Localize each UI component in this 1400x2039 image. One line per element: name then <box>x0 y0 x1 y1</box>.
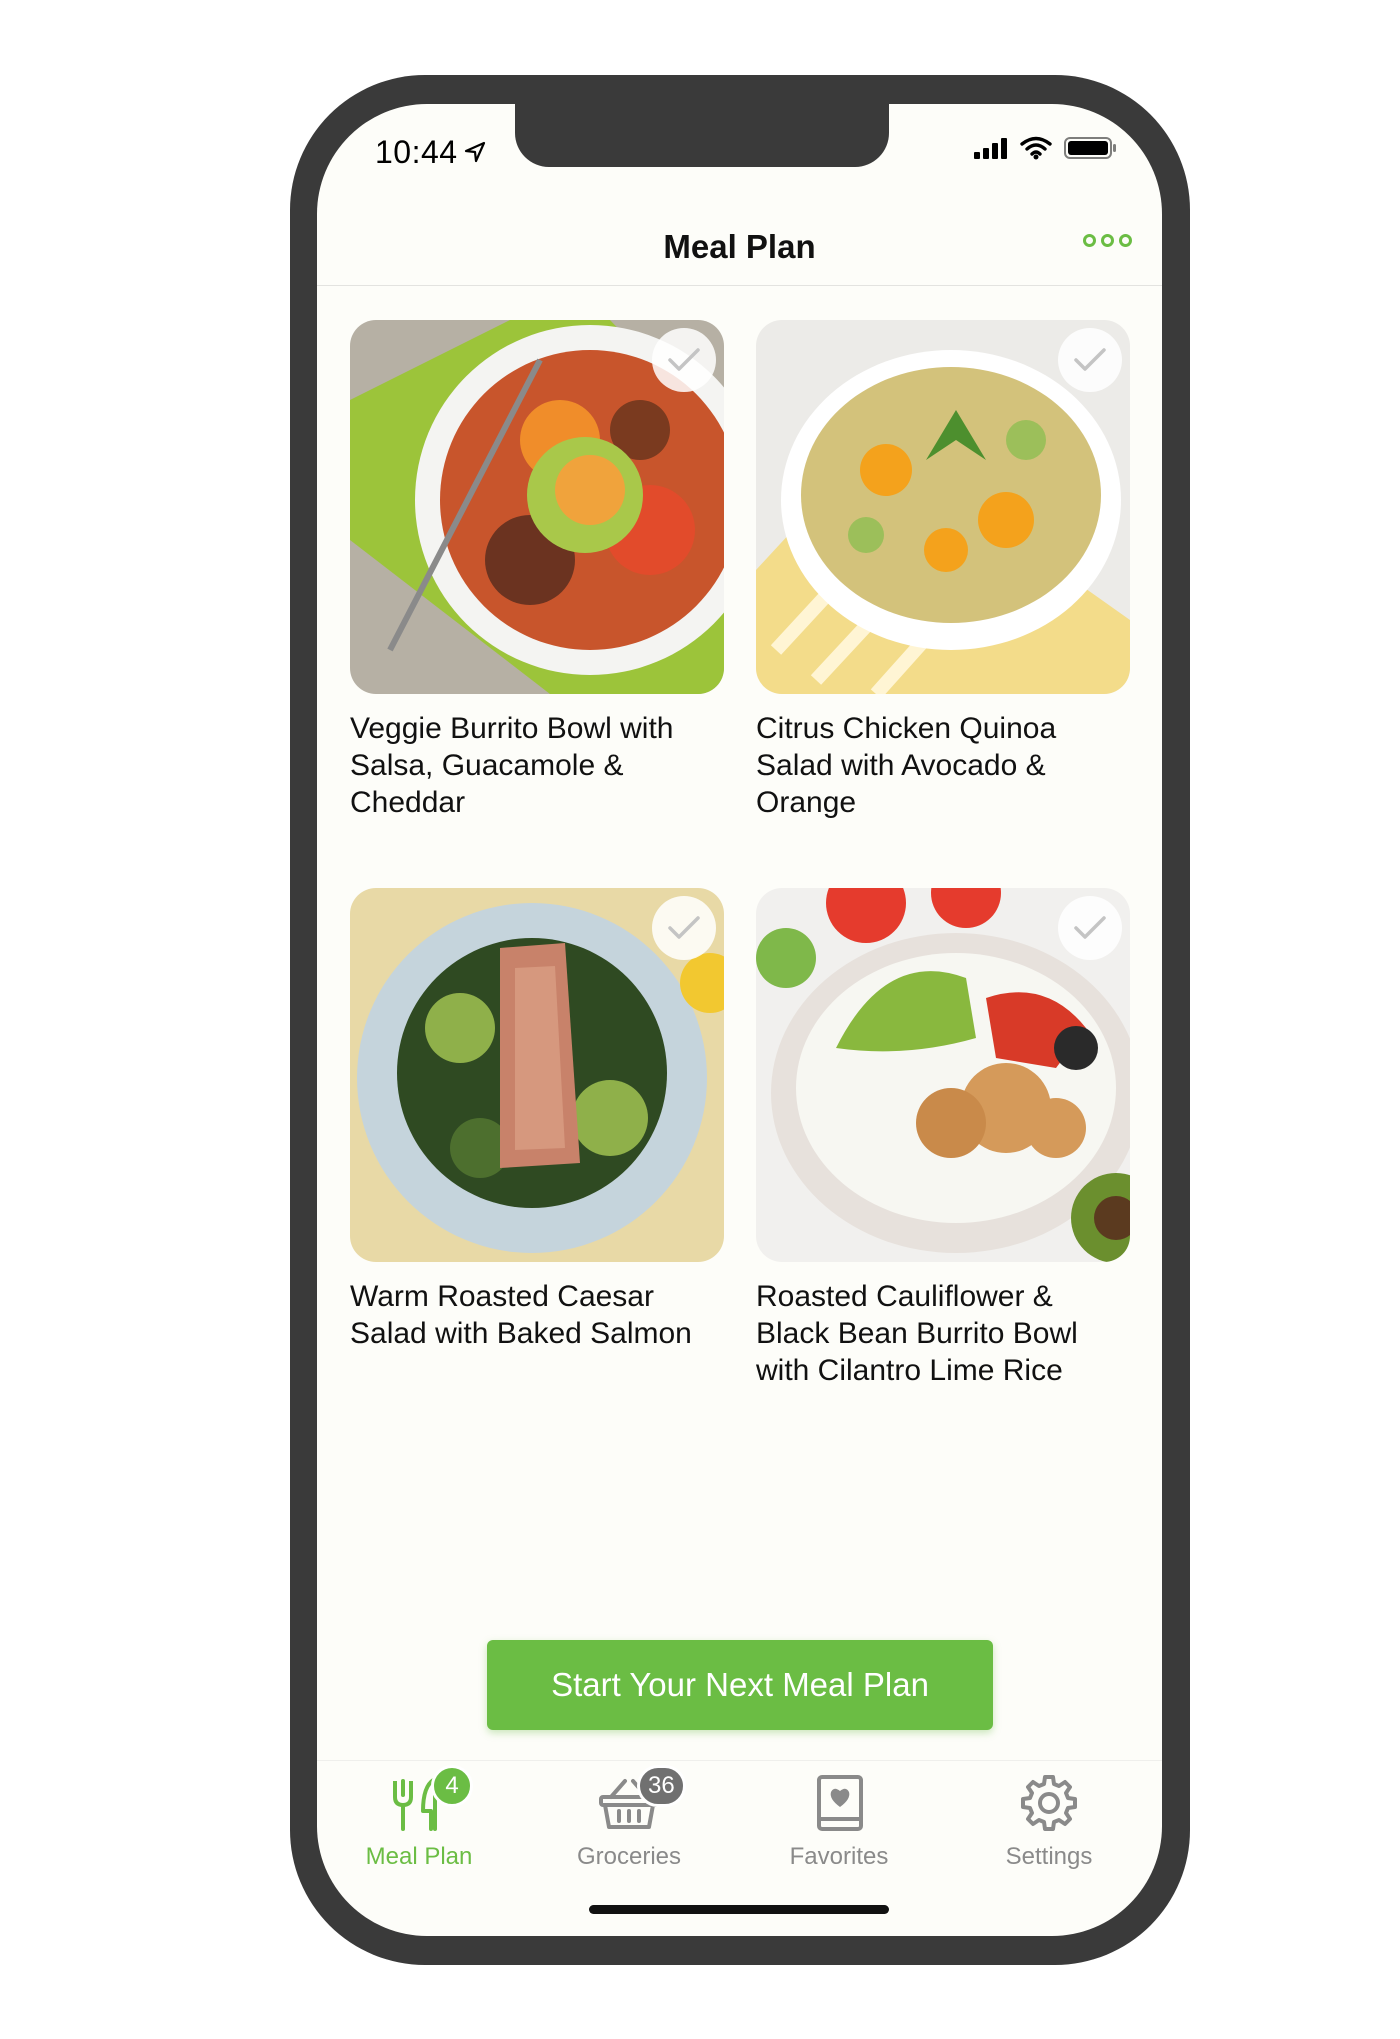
battery-icon <box>1064 136 1118 165</box>
tab-bar: 4 Meal Plan 36 Groceries Favorites Setti… <box>317 1760 1162 1890</box>
tab-groceries[interactable]: 36 Groceries <box>539 1765 719 1881</box>
meal-title[interactable]: Veggie Burrito Bowl with Salsa, Guacamol… <box>350 710 724 821</box>
page-title: Meal Plan <box>663 228 816 265</box>
status-icons <box>974 136 1118 165</box>
meal-title-line: Veggie Burrito Bowl with <box>350 712 674 745</box>
meal-image-citrus-chicken-quinoa[interactable] <box>756 320 1130 694</box>
navigation-header: Meal Plan <box>317 204 1162 286</box>
phone-screen: 10:44 Meal Plan Veggie Burrito Bowl with… <box>317 104 1162 1936</box>
meal-title-line: Cheddar <box>350 786 466 819</box>
gear-icon <box>1017 1775 1081 1839</box>
select-check-icon[interactable] <box>652 328 716 392</box>
meal-card-warm-roasted-caesar[interactable]: Warm Roasted Caesar Salad with Baked Sal… <box>350 888 724 1352</box>
heart-book-icon <box>807 1775 871 1839</box>
tab-label: Groceries <box>576 1843 682 1870</box>
meal-title-line: with Cilantro Lime Rice <box>756 1354 1063 1387</box>
tab-label: Meal Plan <box>365 1843 473 1870</box>
meal-title-line: Orange <box>756 786 857 819</box>
meal-plan-count-badge: 4 <box>431 1765 473 1807</box>
basket-icon <box>597 1779 661 1839</box>
meal-card-veggie-burrito-bowl[interactable]: Veggie Burrito Bowl with Salsa, Guacamol… <box>350 320 724 821</box>
meal-title[interactable]: Roasted Cauliflower & Black Bean Burrito… <box>756 1278 1130 1389</box>
status-time: 10:44 <box>375 134 486 171</box>
status-time-text: 10:44 <box>375 134 458 170</box>
tab-settings[interactable]: Settings <box>959 1771 1139 1881</box>
meal-title-line: Warm Roasted Caesar <box>350 1280 654 1313</box>
meal-card-citrus-chicken-quinoa[interactable]: Citrus Chicken Quinoa Salad with Avocado… <box>756 320 1130 821</box>
fork-knife-icon <box>387 1777 451 1839</box>
meal-title-line: Citrus Chicken Quinoa <box>756 712 1057 745</box>
tab-label: Settings <box>1005 1843 1093 1870</box>
location-arrow-icon <box>464 134 486 171</box>
meal-title[interactable]: Warm Roasted Caesar Salad with Baked Sal… <box>350 1278 724 1352</box>
meal-title-line: Salad with Baked Salmon <box>350 1317 692 1350</box>
meal-image-veggie-burrito-bowl[interactable] <box>350 320 724 694</box>
meal-title-line: Salsa, Guacamole & <box>350 749 624 782</box>
cellular-signal-icon <box>974 137 1008 164</box>
meal-card-roasted-cauliflower[interactable]: Roasted Cauliflower & Black Bean Burrito… <box>756 888 1130 1389</box>
wifi-icon <box>1020 136 1052 165</box>
meal-title-line: Roasted Cauliflower & <box>756 1280 1053 1313</box>
meal-image-roasted-cauliflower[interactable] <box>756 888 1130 1262</box>
select-check-icon[interactable] <box>1058 328 1122 392</box>
select-check-icon[interactable] <box>652 896 716 960</box>
tab-favorites[interactable]: Favorites <box>749 1771 929 1881</box>
select-check-icon[interactable] <box>1058 896 1122 960</box>
meal-image-warm-roasted-caesar[interactable] <box>350 888 724 1262</box>
groceries-count-badge: 36 <box>637 1765 686 1807</box>
notch <box>515 104 889 167</box>
meal-title[interactable]: Citrus Chicken Quinoa Salad with Avocado… <box>756 710 1130 821</box>
meal-title-line: Black Bean Burrito Bowl <box>756 1317 1078 1350</box>
meal-title-line: Salad with Avocado & <box>756 749 1046 782</box>
more-options-icon[interactable] <box>1083 234 1132 247</box>
start-next-meal-plan-button[interactable]: Start Your Next Meal Plan <box>487 1640 993 1730</box>
tab-label: Favorites <box>789 1843 889 1870</box>
tab-meal-plan[interactable]: 4 Meal Plan <box>329 1765 509 1881</box>
home-indicator <box>589 1905 889 1914</box>
